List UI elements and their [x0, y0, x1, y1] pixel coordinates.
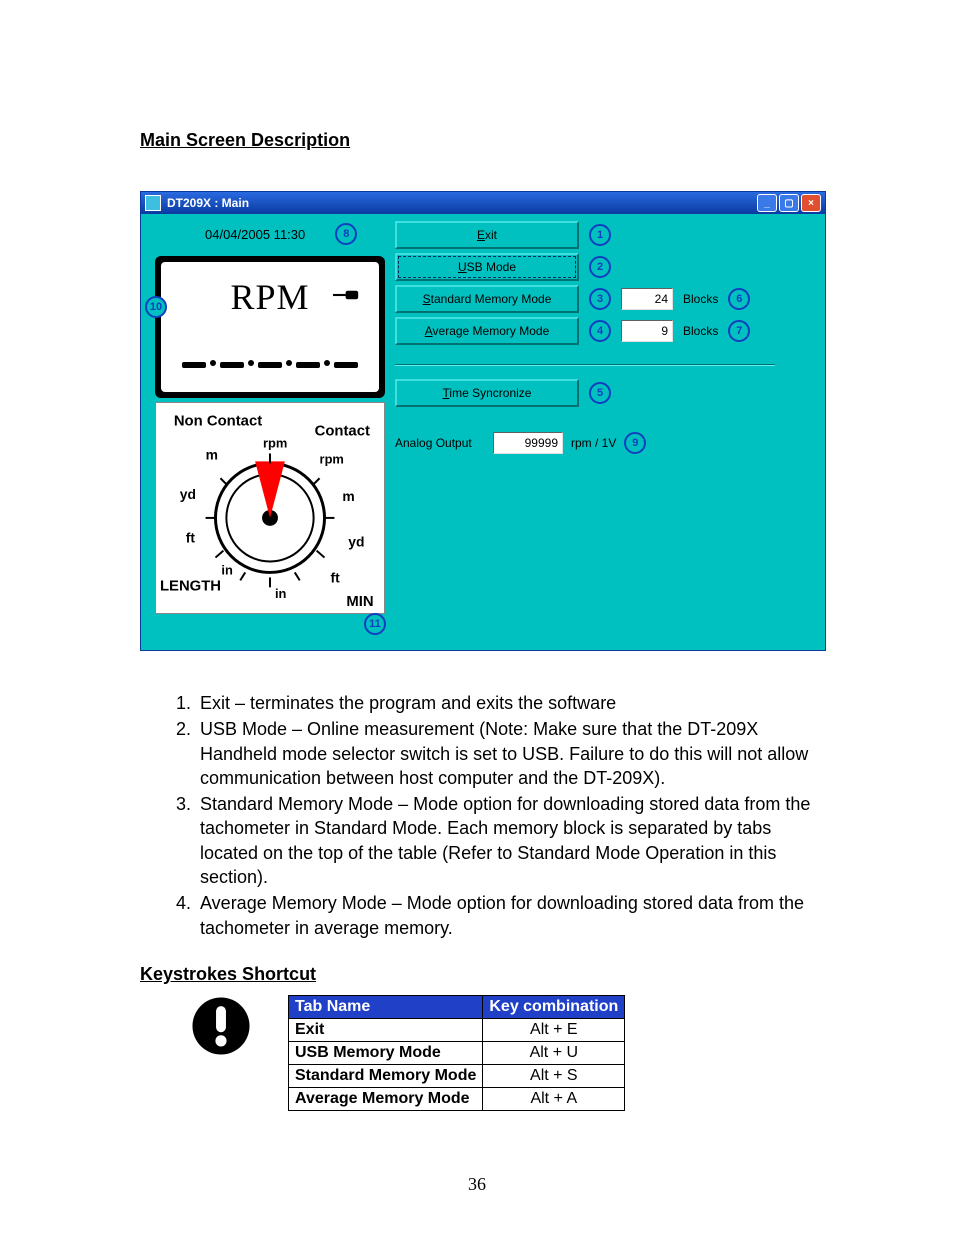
app-window: DT209X : Main _ ▢ × 04/04/2005 11:30 8 1… — [140, 191, 826, 651]
blocks-label-2: Blocks — [683, 324, 718, 338]
window-title: DT209X : Main — [167, 196, 249, 210]
analog-output-field[interactable]: 99999 — [493, 432, 563, 454]
table-row: Standard Memory Mode Alt + S — [289, 1064, 625, 1087]
dial-min: MIN — [346, 594, 373, 610]
callout-4: 4 — [589, 320, 611, 342]
th-key-combo: Key combination — [483, 995, 625, 1018]
callout-5: 5 — [589, 382, 611, 404]
table-row: Average Memory Mode Alt + A — [289, 1087, 625, 1110]
dial-m-left: m — [206, 446, 218, 462]
usb-mode-button[interactable]: USB Mode — [395, 253, 579, 281]
dial-length: LENGTH — [160, 578, 221, 594]
maximize-button[interactable]: ▢ — [779, 194, 799, 212]
dial-yd-right: yd — [348, 534, 364, 550]
description-list: Exit – terminates the program and exits … — [140, 691, 824, 940]
callout-10: 10 — [145, 296, 167, 318]
mode-dial[interactable]: Non Contact Contact rpm rpm m m yd yd ft… — [155, 402, 385, 614]
page-number: 36 — [0, 1174, 954, 1195]
table-row: USB Memory Mode Alt + U — [289, 1041, 625, 1064]
dial-in-left: in — [221, 562, 233, 577]
analog-output-label: Analog Output — [395, 436, 485, 450]
app-icon — [145, 195, 161, 211]
minimize-button[interactable]: _ — [757, 194, 777, 212]
connector-icon — [333, 288, 361, 302]
dial-rpm-top: rpm — [263, 436, 287, 451]
blocks-label-1: Blocks — [683, 292, 718, 306]
close-button[interactable]: × — [801, 194, 821, 212]
datetime: 04/04/2005 11:30 — [205, 227, 305, 242]
dial-m-right: m — [342, 488, 354, 504]
dial-in-bottom: in — [275, 586, 287, 601]
dial-ft-right: ft — [330, 569, 340, 585]
list-item: Average Memory Mode – Mode option for do… — [196, 891, 824, 940]
lcd-segments — [161, 362, 379, 368]
warning-icon — [190, 995, 252, 1057]
lcd-display: RPM — [155, 256, 385, 398]
callout-6: 6 — [728, 288, 750, 310]
callout-8: 8 — [335, 223, 357, 245]
callout-7: 7 — [728, 320, 750, 342]
average-blocks-field[interactable]: 9 — [621, 320, 673, 342]
dial-ft-left: ft — [186, 530, 196, 546]
dial-contact: Contact — [315, 424, 370, 440]
th-tab-name: Tab Name — [289, 995, 483, 1018]
callout-9: 9 — [624, 432, 646, 454]
divider — [395, 364, 775, 366]
callout-11: 11 — [364, 613, 386, 635]
heading-shortcut: Keystrokes Shortcut — [140, 964, 824, 985]
callout-1: 1 — [589, 224, 611, 246]
table-row: Exit Alt + E — [289, 1018, 625, 1041]
callout-3: 3 — [589, 288, 611, 310]
analog-output-unit: rpm / 1V — [571, 436, 616, 450]
heading-main: Main Screen Description — [140, 130, 824, 151]
shortcut-table: Tab Name Key combination Exit Alt + E US… — [288, 995, 625, 1111]
dial-noncontact: Non Contact — [174, 414, 262, 430]
dial-yd-left: yd — [180, 486, 196, 502]
time-sync-button[interactable]: Time Syncronize — [395, 379, 579, 407]
standard-blocks-field[interactable]: 24 — [621, 288, 673, 310]
standard-memory-button[interactable]: Standard Memory Mode — [395, 285, 579, 313]
list-item: Exit – terminates the program and exits … — [196, 691, 824, 715]
dial-rpm-right: rpm — [320, 451, 344, 466]
titlebar: DT209X : Main _ ▢ × — [141, 192, 825, 214]
exit-button[interactable]: Exit — [395, 221, 579, 249]
list-item: Standard Memory Mode – Mode option for d… — [196, 792, 824, 889]
callout-2: 2 — [589, 256, 611, 278]
list-item: USB Mode – Online measurement (Note: Mak… — [196, 717, 824, 790]
average-memory-button[interactable]: Average Memory Mode — [395, 317, 579, 345]
